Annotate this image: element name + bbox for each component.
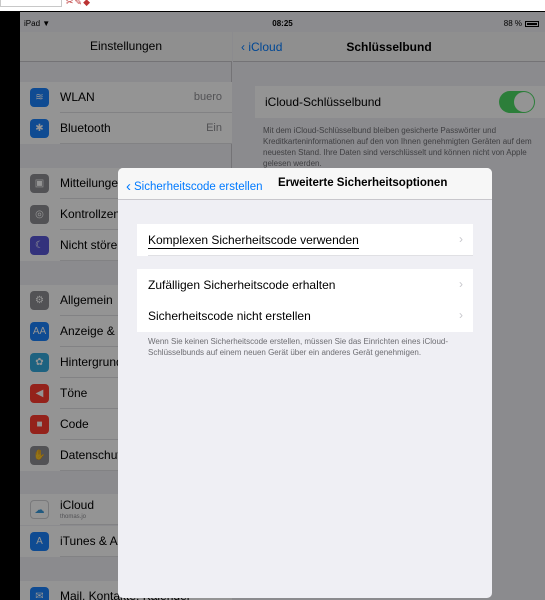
sheet-nav-bar: ‹ Sicherheitscode erstellen Erweiterte Si… — [118, 168, 492, 200]
option-label: Zufälligen Sicherheitscode erhalten — [148, 278, 336, 292]
sheet-footnote: Wenn Sie keinen Sicherheitscode erstelle… — [148, 337, 449, 357]
sheet-title: Erweiterte Sicherheitsoptionen — [278, 177, 448, 189]
host-address-field[interactable] — [0, 0, 62, 7]
chevron-right-icon: › — [459, 277, 463, 291]
chevron-right-icon: › — [459, 232, 463, 246]
ipad-frame: iPad ▼ 08:25 88 % Einstellungen ≋ WLAN bue… — [20, 12, 545, 600]
host-toolbar-strip: ✂✎◆ — [0, 0, 545, 11]
security-options-sheet: ‹ Sicherheitscode erstellen Erweiterte Si… — [118, 168, 492, 598]
back-to-create-code-button[interactable]: ‹ Sicherheitscode erstellen — [126, 177, 263, 195]
no-code-option[interactable]: Sicherheitscode nicht erstellen › — [137, 300, 473, 332]
option-label: Sicherheitscode nicht erstellen — [148, 309, 311, 323]
chevron-left-icon: ‹ — [126, 178, 131, 195]
ipad-screen: iPad ▼ 08:25 88 % Einstellungen ≋ WLAN bue… — [20, 12, 545, 600]
random-code-option[interactable]: Zufälligen Sicherheitscode erhalten › — [137, 269, 473, 301]
chevron-right-icon: › — [459, 308, 463, 322]
option-label: Komplexen Sicherheitscode verwenden — [148, 233, 359, 249]
host-tool-icons[interactable]: ✂✎◆ — [66, 0, 91, 8]
complex-code-option[interactable]: Komplexen Sicherheitscode verwenden › — [137, 224, 473, 256]
